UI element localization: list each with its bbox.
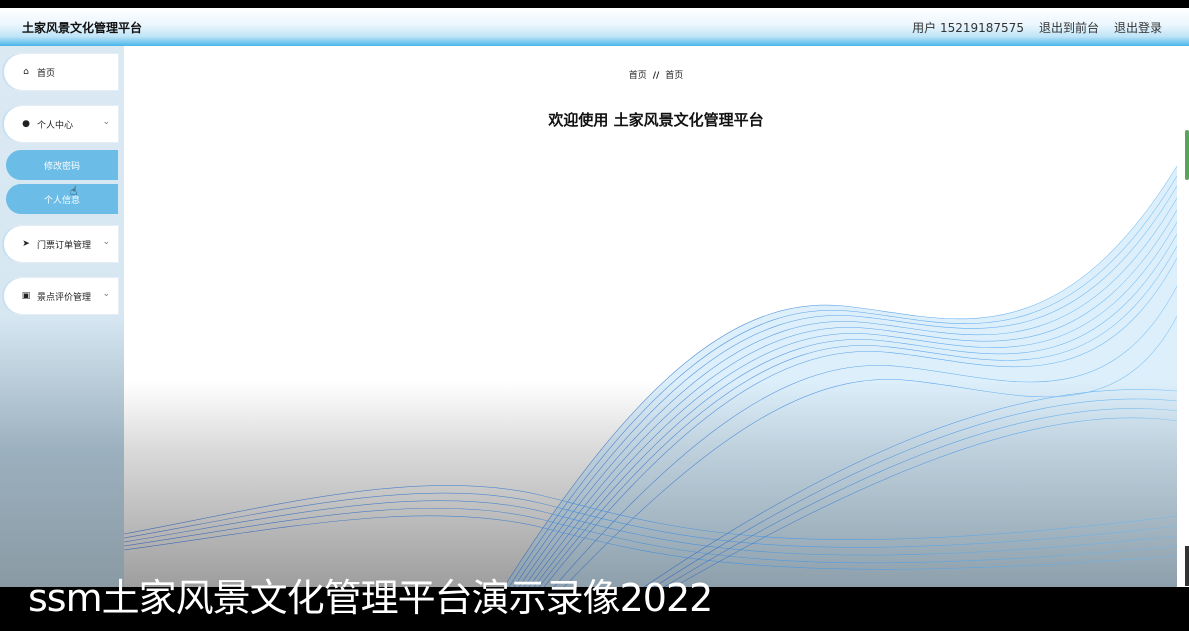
breadcrumb-home[interactable]: 首页 [629,71,647,81]
submenu-personal-info[interactable]: 个人信息 [6,184,118,214]
welcome-title: 欢迎使用 土家风景文化管理平台 [548,111,764,129]
sidebar: ⌂ 首页 ● 个人中心 ⌄ 修改密码 个人信息 ➤ 门票订单管理 ⌄ ▣ 景点评… [0,46,124,587]
sidebar-item-label: 门票订单管理 [37,240,92,251]
sidebar-item-label: 景点评价管理 [37,292,92,303]
logout-link[interactable]: 退出登录 [1114,19,1162,36]
sidebar-item-reviews[interactable]: ▣ 景点评价管理 ⌄ [4,278,118,314]
top-bar: 土家风景文化管理平台 用户 15219187575 退出到前台 退出登录 [0,8,1189,46]
main-content: 首页 // 首页 欢迎使用 土家风景文化管理平台 [124,46,1177,587]
sidebar-item-home[interactable]: ⌂ 首页 [4,54,118,90]
sidebar-item-ticket-orders[interactable]: ➤ 门票订单管理 ⌄ [4,226,118,262]
scrollbar-track-end [1185,546,1189,586]
top-right-links: 用户 15219187575 退出到前台 退出登录 [912,19,1162,36]
video-caption: ssm土家风景文化管理平台演示录像2022 [28,576,713,620]
sidebar-item-label: 个人中心 [37,120,74,131]
exit-to-front-link[interactable]: 退出到前台 [1039,19,1099,36]
chevron-down-icon: ⌄ [102,117,110,127]
submenu-label: 修改密码 [43,161,80,172]
submenu-change-password[interactable]: 修改密码 [6,150,118,180]
send-icon: ➤ [22,239,30,249]
home-icon: ⌂ [23,67,29,77]
user-label: 用户 15219187575 [912,21,1024,35]
chevron-down-icon: ⌄ [102,289,110,299]
sidebar-item-personal-center[interactable]: ● 个人中心 ⌄ [4,106,118,142]
pointer-cursor-icon: ☝ [70,184,78,198]
sidebar-item-label: 首页 [37,68,56,79]
brand-title: 土家风景文化管理平台 [22,21,143,35]
user-icon: ● [22,119,30,129]
breadcrumb-separator: // [652,71,660,81]
breadcrumb: 首页 // 首页 [124,68,1177,81]
scrollbar-thumb[interactable] [1185,130,1189,180]
chevron-down-icon: ⌄ [102,237,110,247]
chart-icon: ▣ [21,291,31,301]
app-window: 土家风景文化管理平台 用户 15219187575 退出到前台 退出登录 ⌂ 首… [0,8,1189,587]
breadcrumb-current: 首页 [665,71,684,81]
